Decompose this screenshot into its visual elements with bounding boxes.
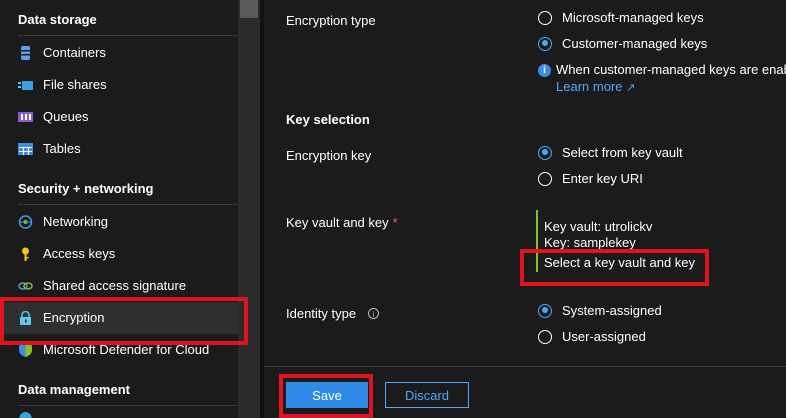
section-security-networking: Security + networking [18, 181, 154, 196]
radio-button[interactable] [538, 36, 552, 51]
section-rule [18, 204, 246, 205]
sidebar-item-label: Networking [43, 214, 109, 229]
external-link-icon: ↗ [626, 82, 636, 94]
radio-button[interactable] [538, 329, 552, 344]
sidebar: Data storage Containers File shares Queu… [0, 0, 246, 418]
radio-label: Enter key URI [562, 171, 643, 186]
sidebar-item-tables[interactable]: Tables [0, 133, 238, 165]
section-data-storage: Data storage [18, 12, 97, 27]
key-icon [22, 247, 29, 261]
radio-label: Microsoft-managed keys [562, 10, 704, 25]
learn-more-link[interactable]: Learn more ↗ [556, 79, 635, 94]
sidebar-item-networking[interactable]: Networking [0, 206, 238, 238]
key-value: Key: samplekey [544, 235, 636, 250]
cmk-info-text: When customer-managed keys are enab [556, 62, 786, 77]
encryption-key-label: Encryption key [286, 148, 372, 163]
footer-divider [264, 366, 786, 367]
sidebar-item-label: Tables [43, 141, 81, 156]
radio-button[interactable] [538, 303, 552, 318]
sidebar-item-label: Queues [43, 109, 89, 124]
info-icon: i [538, 64, 551, 77]
main-panel: Encryption type Microsoft-managed keys C… [264, 0, 786, 418]
file-shares-icon [18, 81, 33, 90]
shield-icon [19, 343, 32, 357]
networking-icon [18, 215, 33, 229]
key-vault-label: Key vault and key * [286, 215, 398, 230]
queues-icon [18, 112, 33, 122]
radio-system-assigned[interactable]: System-assigned [538, 303, 662, 318]
sidebar-item-queues[interactable]: Queues [0, 101, 238, 133]
encryption-highlight-box [0, 297, 248, 345]
key-vault-label-text: Key vault and key [286, 215, 389, 230]
save-highlight-box [279, 374, 373, 418]
radio-button[interactable] [538, 10, 552, 25]
section-rule [18, 35, 246, 36]
sidebar-item-containers[interactable]: Containers [0, 37, 238, 69]
radio-label: Customer-managed keys [562, 36, 708, 51]
link-icon [18, 282, 33, 290]
learn-more-label: Learn more [556, 79, 623, 94]
scrollbar-thumb[interactable] [240, 0, 258, 18]
sidebar-item-file-shares[interactable]: File shares [0, 69, 238, 101]
partial-icon [19, 412, 32, 418]
radio-label: System-assigned [562, 303, 662, 318]
radio-enter-key-uri[interactable]: Enter key URI [538, 171, 643, 186]
sidebar-scrollbar[interactable] [238, 0, 260, 418]
key-vault-value: Key vault: utrolickv [544, 219, 653, 234]
containers-icon [21, 46, 30, 60]
radio-label: Select from key vault [562, 145, 683, 160]
radio-button[interactable] [538, 171, 552, 186]
sidebar-item-label: File shares [43, 77, 107, 92]
required-marker: * [392, 215, 398, 230]
radio-select-from-key-vault[interactable]: Select from key vault [538, 145, 683, 160]
radio-user-assigned[interactable]: User-assigned [538, 329, 646, 344]
sidebar-item-access-keys[interactable]: Access keys [0, 238, 238, 270]
radio-microsoft-managed[interactable]: Microsoft-managed keys [538, 10, 704, 25]
sidebar-item-label: Shared access signature [43, 278, 187, 293]
section-rule [18, 405, 246, 406]
radio-label: User-assigned [562, 329, 646, 344]
select-key-vault-highlight-box [520, 249, 709, 286]
discard-button[interactable]: Discard [385, 382, 469, 408]
sidebar-item-label: Containers [43, 45, 106, 60]
radio-customer-managed[interactable]: Customer-managed keys [538, 36, 707, 51]
identity-type-label: Identity type [286, 306, 357, 321]
key-selection-heading: Key selection [286, 112, 370, 127]
section-data-management: Data management [18, 382, 130, 397]
tables-icon [18, 143, 33, 155]
sidebar-item-label: Access keys [43, 246, 116, 261]
encryption-type-label: Encryption type [286, 13, 376, 28]
radio-button[interactable] [538, 145, 552, 160]
info-tooltip-icon[interactable]: i [368, 308, 379, 319]
